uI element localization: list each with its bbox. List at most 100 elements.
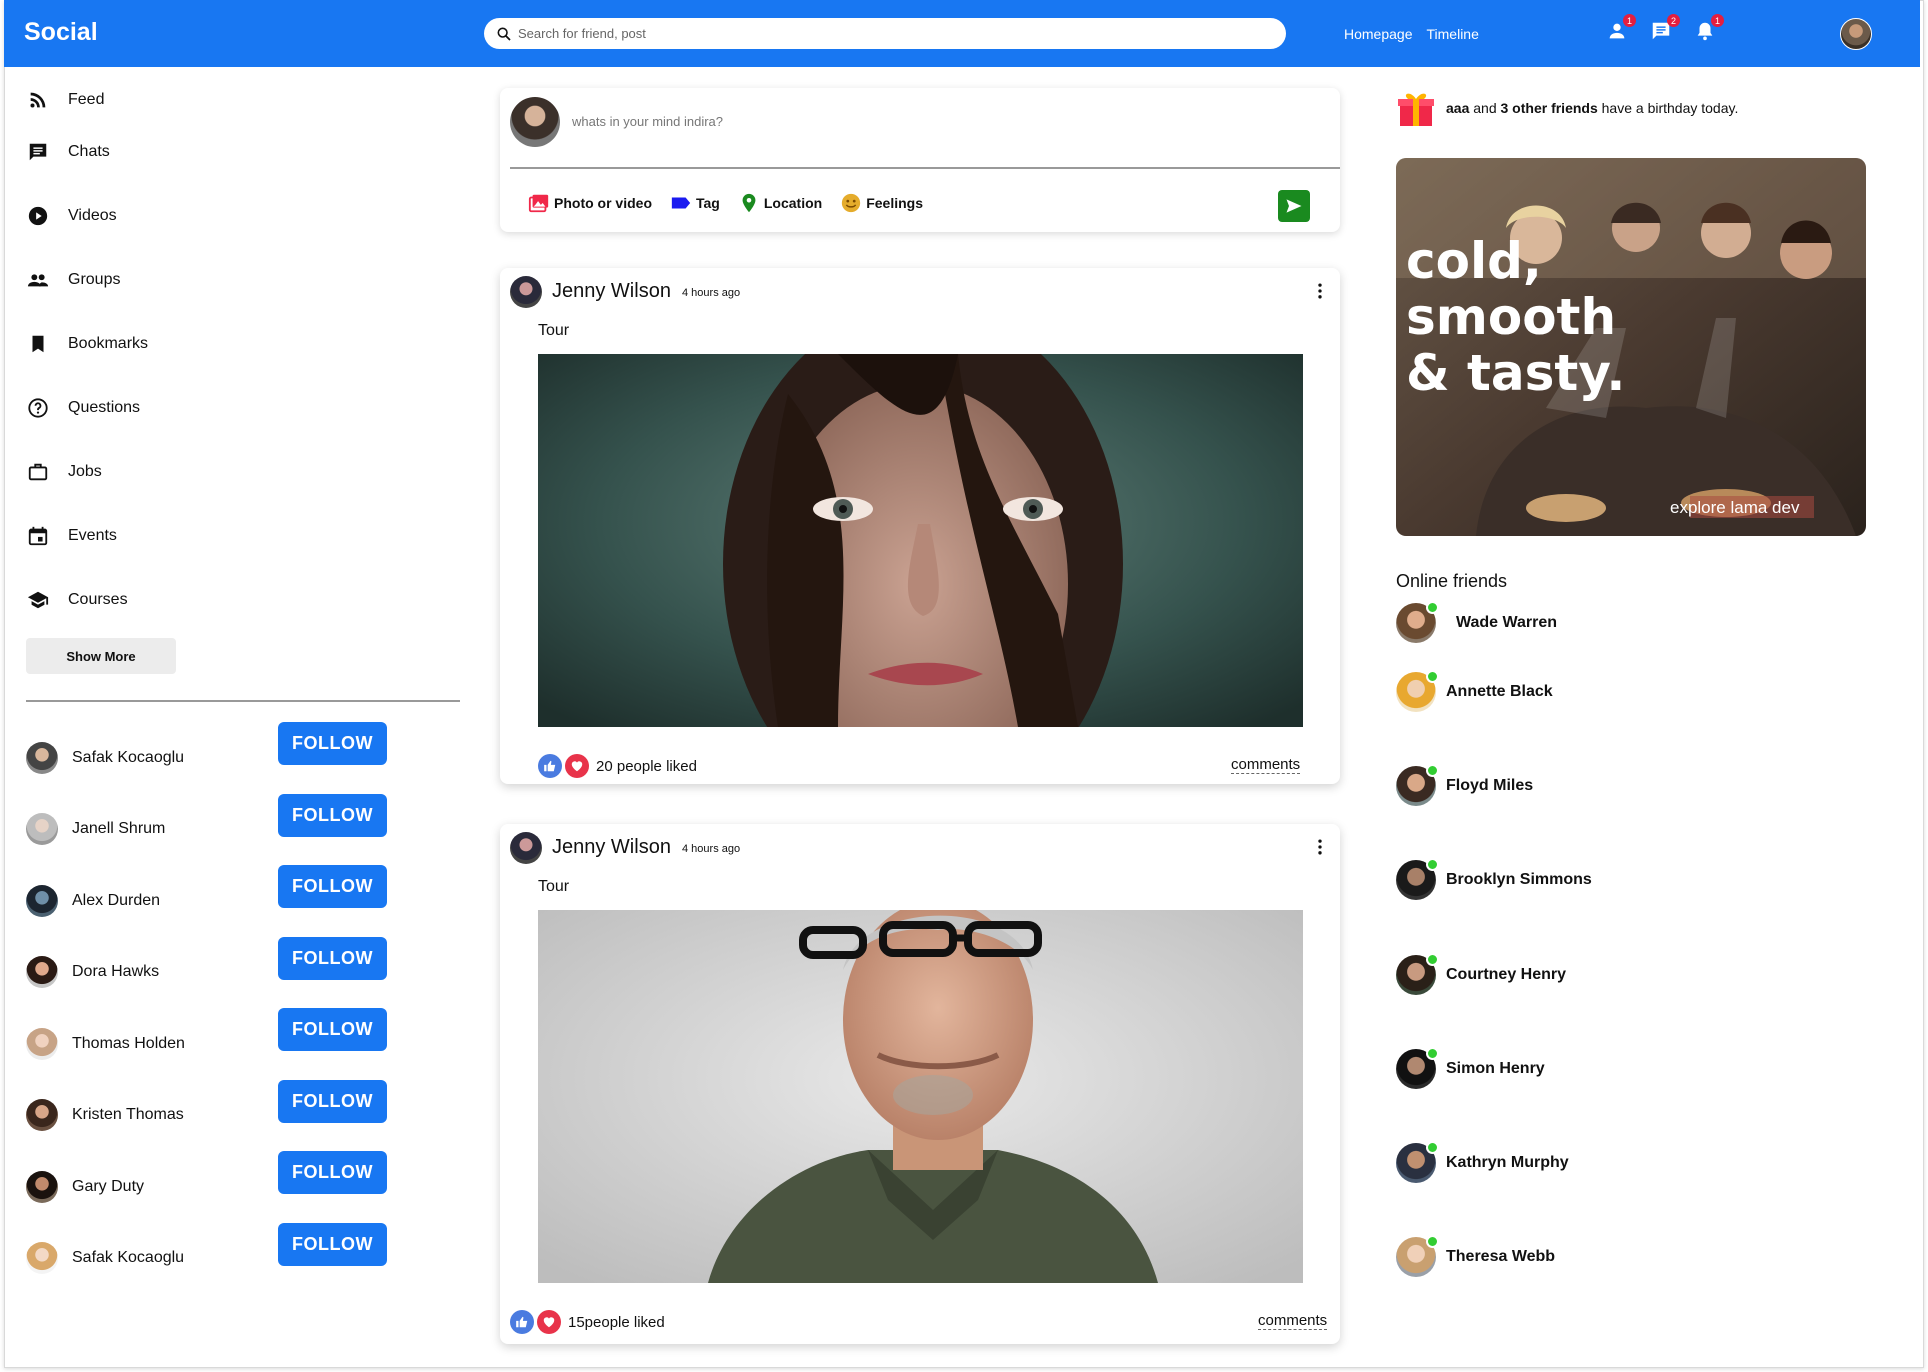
send-button[interactable] [1278,190,1310,222]
avatar [1396,952,1439,995]
online-friend[interactable]: Courtney Henry [1396,928,1592,1022]
post-author[interactable]: Jenny Wilson [552,280,671,303]
online-friend[interactable]: Floyd Miles [1396,739,1592,833]
post-image[interactable] [538,354,1303,727]
avatar [1396,601,1439,643]
birthday-others[interactable]: 3 other friends [1501,100,1598,116]
online-friends-title: Online friends [1396,571,1508,591]
avatar[interactable] [26,956,58,989]
post-time: 4 hours ago [682,843,741,855]
online-friend[interactable]: Theresa Webb [1396,1210,1592,1304]
sidebar-item-feed[interactable]: Feed [26,80,466,120]
suggestion-name[interactable]: Alex Durden [72,892,160,910]
location-option[interactable]: Location [738,192,822,214]
follow-button[interactable]: FOLLOW [278,1151,387,1194]
suggestion-name[interactable]: Safak Kocaoglu [72,749,184,767]
photo-video-option[interactable]: Photo or video [528,192,652,214]
like-button[interactable] [538,754,562,778]
avatar[interactable] [510,276,542,308]
avatar[interactable] [26,1099,58,1132]
suggestion-name[interactable]: Kristen Thomas [72,1106,184,1124]
sidebar-item-bookmarks[interactable]: Bookmarks [26,312,466,376]
location-pin-icon [742,193,756,213]
birthday-name[interactable]: aaa [1446,100,1469,116]
birthday-middle: and [1469,100,1501,116]
tag-option[interactable]: Tag [670,192,720,214]
avatar[interactable] [26,813,58,846]
tag-label: Tag [696,195,720,211]
suggestion-name[interactable]: Thomas Holden [72,1035,185,1053]
notifications-button[interactable]: 1 [1692,14,1724,44]
online-friend[interactable]: Simon Henry [1396,1022,1592,1116]
suggestion-row: Kristen Thomas FOLLOW [26,1079,396,1152]
photo-library-icon [528,194,549,213]
sidebar-item-events[interactable]: Events [26,504,466,568]
feelings-option[interactable]: Feelings [840,192,923,214]
avatar[interactable] [26,1027,58,1060]
avatar[interactable] [510,832,542,864]
share-box: Photo or video Tag Location Feelings [500,88,1340,232]
brand-logo[interactable]: Social [24,18,98,47]
friend-name: Annette Black [1446,683,1553,701]
photo-video-label: Photo or video [554,195,652,211]
homepage-link[interactable]: Homepage [1344,26,1413,42]
sidebar-item-groups[interactable]: Groups [26,248,466,312]
suggestion-name[interactable]: Safak Kocaoglu [72,1249,184,1267]
post-image[interactable] [538,910,1303,1283]
calendar-icon [26,524,50,548]
avatar[interactable] [26,884,58,917]
heart-button[interactable] [565,754,589,778]
comments-link[interactable]: comments [1231,756,1301,774]
sidebar-item-chats[interactable]: Chats [26,120,466,184]
like-count: 20 people liked [596,757,697,775]
avatar [1396,1141,1439,1184]
follow-button[interactable]: FOLLOW [278,865,387,908]
avatar[interactable] [510,97,560,147]
follow-button[interactable]: FOLLOW [278,1222,387,1266]
post-menu-button[interactable] [1310,834,1330,860]
search-icon [497,27,511,41]
post-card: Jenny Wilson 4 hours ago Tour [500,268,1340,784]
sidebar: Feed Chats Videos Groups Bookmarks Quest… [26,80,466,674]
sidebar-item-jobs[interactable]: Jobs [26,440,466,504]
messages-button[interactable]: 2 [1648,14,1680,44]
heart-button[interactable] [537,1310,561,1334]
post-author[interactable]: Jenny Wilson [552,836,671,859]
friend-requests-button[interactable]: 1 [1604,14,1636,44]
follow-button[interactable]: FOLLOW [278,793,387,837]
emoji-icon [842,193,861,213]
post-menu-button[interactable] [1310,278,1330,304]
show-more-button[interactable]: Show More [26,638,176,674]
follow-button[interactable]: FOLLOW [278,1008,387,1051]
sidebar-item-courses[interactable]: Courses [26,568,466,632]
share-input[interactable] [572,114,1272,129]
gift-icon [1398,93,1434,126]
online-friend[interactable]: Annette Black [1396,645,1592,739]
search-bar[interactable] [484,18,1286,49]
follow-button[interactable]: FOLLOW [278,1079,387,1123]
friend-name: Brooklyn Simmons [1446,871,1592,889]
online-friend[interactable]: Kathryn Murphy [1396,1116,1592,1210]
avatar[interactable] [26,1242,58,1275]
follow-button[interactable]: FOLLOW [278,722,387,765]
online-friend[interactable]: Brooklyn Simmons [1396,833,1592,927]
ad-banner[interactable]: cold, smooth & tasty. explore lama dev [1396,158,1866,536]
heart-icon [571,761,583,772]
search-input[interactable] [518,26,1218,41]
sidebar-item-videos[interactable]: Videos [26,184,466,248]
suggestion-row: Dora Hawks FOLLOW [26,936,396,1009]
post-footer: 20 people liked [538,754,697,778]
profile-avatar[interactable] [1840,18,1872,50]
online-friend[interactable]: Wade Warren [1396,601,1592,645]
sidebar-item-questions[interactable]: Questions [26,376,466,440]
suggestion-name[interactable]: Gary Duty [72,1178,144,1196]
comments-link[interactable]: comments [1258,1312,1328,1330]
more-vert-icon [1318,283,1322,299]
avatar[interactable] [26,741,58,774]
follow-button[interactable]: FOLLOW [278,936,387,980]
suggestion-name[interactable]: Dora Hawks [72,963,159,981]
timeline-link[interactable]: Timeline [1427,26,1479,42]
like-button[interactable] [510,1310,534,1334]
suggestion-name[interactable]: Janell Shrum [72,820,165,838]
avatar[interactable] [26,1170,58,1203]
